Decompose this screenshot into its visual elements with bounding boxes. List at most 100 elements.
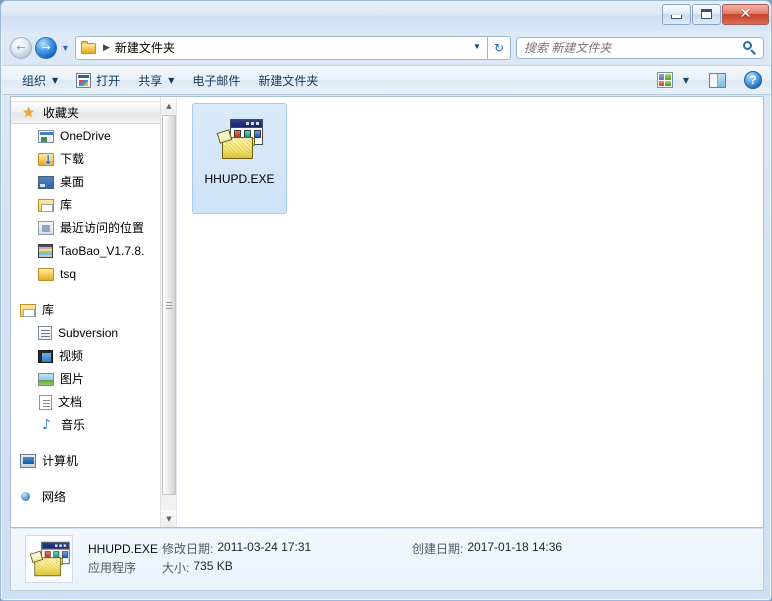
sidebar-group-libraries-label: 库 [42, 303, 55, 317]
toolbar-new-folder-button[interactable]: 新建文件夹 [251, 69, 325, 91]
command-toolbar: 组织 ▼ 打开 共享 ▼ 电子邮件 新建文件夹 ▼ ? [2, 65, 771, 95]
toolbar-email-label: 电子邮件 [192, 73, 241, 88]
breadcrumb-separator-icon: ▶ [103, 42, 110, 52]
title-bar: ✕ [1, 1, 771, 31]
sidebar-item-documents[interactable]: 文档 [11, 390, 161, 413]
sidebar-item-libraries-fav[interactable]: 库 [11, 193, 161, 216]
views-icon[interactable] [656, 72, 673, 88]
explorer-body: ★ 收藏夹 OneDrive 下载 桌面 库 [10, 96, 764, 528]
file-list-pane[interactable]: HHUPD.EXE [177, 97, 763, 527]
details-text: HHUPD.EXE 修改日期: 2011-03-24 17:31 创建日期: 2… [88, 540, 763, 578]
details-modified: 修改日期: 2011-03-24 17:31 [162, 540, 412, 557]
sidebar-item-pictures[interactable]: 图片 [11, 367, 161, 390]
toolbar-organize-label: 组织 [22, 73, 47, 88]
star-icon: ★ [22, 104, 35, 121]
preview-pane-icon[interactable] [709, 72, 726, 88]
sidebar-item-onedrive[interactable]: OneDrive [11, 124, 161, 147]
folder-icon [38, 268, 54, 281]
toolbar-open-button[interactable]: 打开 [69, 69, 127, 91]
sidebar-item-subversion[interactable]: Subversion [11, 321, 161, 344]
sidebar-group-favorites[interactable]: ★ 收藏夹 [11, 101, 161, 124]
desktop-icon [38, 176, 54, 189]
sidebar-item-music-label: 音乐 [61, 418, 86, 432]
network-icon [20, 490, 36, 504]
toolbar-share-button[interactable]: 共享 ▼ [131, 69, 181, 91]
sidebar-item-videos-label: 视频 [59, 349, 84, 363]
toolbar-organize-button[interactable]: 组织 ▼ [15, 69, 65, 91]
sidebar-item-downloads-label: 下载 [60, 152, 85, 166]
breadcrumb-path[interactable]: 新建文件夹 [115, 39, 175, 56]
sidebar-item-subversion-label: Subversion [58, 325, 119, 340]
help-icon[interactable]: ? [744, 71, 762, 89]
file-item-label: HHUPD.EXE [204, 172, 275, 186]
computer-icon [20, 454, 36, 468]
sidebar-item-taobao[interactable]: TaoBao_V1.7.8. [11, 239, 161, 262]
address-bar[interactable]: ▶ 新建文件夹 ▼ [75, 35, 488, 60]
maximize-button[interactable] [692, 3, 721, 25]
recent-places-icon [38, 221, 54, 235]
back-button[interactable]: ← [10, 36, 32, 59]
explorer-window: ✕ ← → ▼ ▶ 新建文件夹 ▼ ↻ 搜索 新建文件夹 组织 ▼ 打开 共享 … [0, 0, 772, 601]
views-dropdown-icon[interactable]: ▼ [683, 76, 689, 85]
sidebar-item-music[interactable]: ♪ 音乐 [11, 413, 161, 436]
sidebar-item-libraries-fav-label: 库 [60, 198, 73, 212]
refresh-button[interactable]: ↻ [488, 35, 511, 60]
details-created-label: 创建日期: [412, 542, 464, 556]
details-size-label: 大小: [162, 561, 190, 575]
sidebar-item-pictures-label: 图片 [60, 372, 85, 386]
details-icon-frame [25, 535, 73, 583]
minimize-icon [671, 14, 682, 19]
sidebar-item-tsq-label: tsq [60, 266, 77, 281]
sidebar-item-recent-places[interactable]: 最近访问的位置 [11, 216, 161, 239]
sidebar-item-documents-label: 文档 [58, 395, 83, 409]
sidebar-item-videos[interactable]: 视频 [11, 344, 161, 367]
scroll-down-button[interactable]: ▼ [161, 510, 176, 527]
toolbar-email-button[interactable]: 电子邮件 [185, 69, 247, 91]
toolbar-new-folder-label: 新建文件夹 [258, 73, 319, 88]
recent-locations-button[interactable]: ▼ [59, 43, 72, 53]
sidebar-group-network[interactable]: 网络 [11, 485, 161, 508]
sidebar-item-recent-places-label: 最近访问的位置 [60, 221, 145, 235]
details-pane: HHUPD.EXE 修改日期: 2011-03-24 17:31 创建日期: 2… [10, 529, 764, 591]
sidebar-group-computer[interactable]: 计算机 [11, 449, 161, 472]
sidebar-item-desktop[interactable]: 桌面 [11, 170, 161, 193]
search-input-placeholder[interactable]: 搜索 新建文件夹 [524, 39, 611, 56]
sidebar-item-desktop-label: 桌面 [60, 175, 85, 189]
details-modified-label: 修改日期: [162, 542, 214, 556]
scrollbar-thumb[interactable] [162, 115, 176, 495]
details-file-type: 应用程序 [88, 561, 137, 575]
details-created-value: 2017-01-18 14:36 [467, 540, 563, 554]
forward-button[interactable]: → [35, 36, 57, 59]
sidebar-group-libraries[interactable]: 库 [11, 298, 161, 321]
details-modified-value: 2011-03-24 17:31 [217, 540, 312, 554]
search-box[interactable]: 搜索 新建文件夹 [516, 36, 764, 59]
minimize-button[interactable] [662, 3, 691, 25]
address-dropdown-icon[interactable]: ▼ [467, 37, 487, 57]
navigation-scrollbar[interactable]: ▲ ▼ [160, 97, 176, 527]
close-icon: ✕ [739, 6, 752, 22]
music-library-icon: ♪ [42, 416, 51, 433]
onedrive-icon [38, 130, 54, 143]
sidebar-group-network-label: 网络 [42, 490, 67, 504]
details-line-2: 应用程序 大小: 735 KB [88, 559, 763, 578]
sidebar-item-tsq[interactable]: tsq [11, 262, 161, 285]
forward-arrow-icon: → [41, 41, 51, 54]
chevron-down-icon: ▼ [168, 75, 175, 85]
file-item-hhupd[interactable]: HHUPD.EXE [192, 103, 287, 214]
downloads-folder-icon [38, 153, 54, 167]
sidebar-item-downloads[interactable]: 下载 [11, 147, 161, 170]
navigation-list: ★ 收藏夹 OneDrive 下载 桌面 库 [11, 97, 161, 508]
subversion-icon [38, 326, 52, 340]
application-setup-icon [29, 538, 70, 579]
scroll-up-button[interactable]: ▲ [161, 97, 176, 114]
archive-icon [38, 244, 53, 258]
search-icon[interactable] [743, 40, 757, 55]
close-button[interactable]: ✕ [722, 3, 769, 25]
video-library-icon [38, 350, 53, 363]
details-size-value: 735 KB [193, 559, 233, 573]
toolbar-share-label: 共享 [138, 73, 163, 88]
back-arrow-icon: ← [16, 41, 26, 54]
